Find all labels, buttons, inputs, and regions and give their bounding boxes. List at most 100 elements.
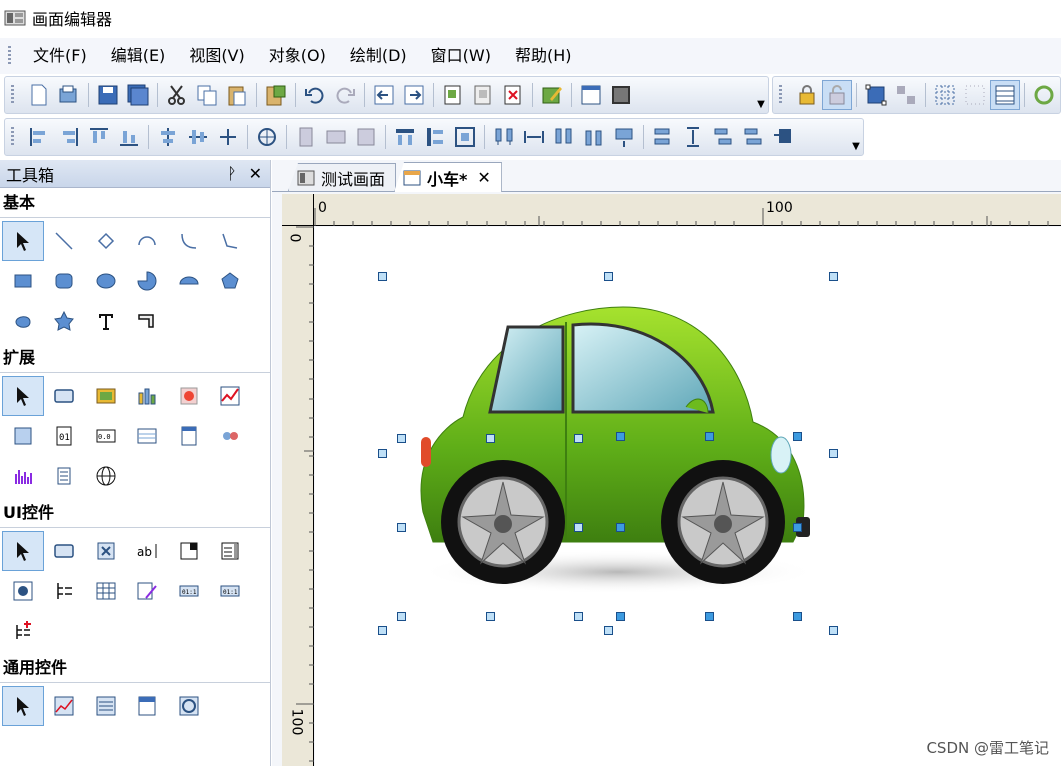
selection-handle[interactable] bbox=[829, 449, 838, 458]
sub-object-handle[interactable] bbox=[793, 612, 802, 621]
space-v-icon[interactable] bbox=[420, 122, 450, 152]
toolbar-overflow-button[interactable]: ▼ bbox=[756, 80, 766, 110]
sub-object-handle[interactable] bbox=[574, 434, 583, 443]
space-even-icon[interactable] bbox=[450, 122, 480, 152]
listbox-tool-icon[interactable] bbox=[210, 531, 252, 571]
toolbar-grip[interactable] bbox=[11, 127, 14, 147]
unlock-icon[interactable] bbox=[822, 80, 852, 110]
car-image[interactable] bbox=[403, 297, 823, 607]
tab-car[interactable]: 小车* ✕ bbox=[394, 162, 502, 192]
copy-icon[interactable] bbox=[192, 80, 222, 110]
section-ui-controls[interactable]: UI控件 bbox=[0, 498, 270, 528]
align-top-icon[interactable] bbox=[84, 122, 114, 152]
export-icon[interactable] bbox=[399, 80, 429, 110]
edit-script-icon[interactable] bbox=[537, 80, 567, 110]
bezier-tool-icon[interactable] bbox=[210, 221, 252, 261]
distribute-v-icon[interactable] bbox=[648, 122, 678, 152]
pointer-tool-icon[interactable] bbox=[2, 376, 44, 416]
cut-icon[interactable] bbox=[162, 80, 192, 110]
list-tool-icon[interactable] bbox=[44, 456, 86, 496]
selection-handle[interactable] bbox=[604, 626, 613, 635]
menu-view[interactable]: 视图(V) bbox=[177, 38, 256, 74]
number-display-tool-icon[interactable]: 0.0 bbox=[85, 416, 127, 456]
center-page-icon[interactable] bbox=[252, 122, 282, 152]
tab-test-screen[interactable]: 测试画面 bbox=[288, 163, 397, 191]
chart-control-tool-icon[interactable] bbox=[44, 686, 86, 726]
sub-object-handle[interactable] bbox=[397, 523, 406, 532]
section-extended[interactable]: 扩展 bbox=[0, 343, 270, 373]
report-tool-icon[interactable] bbox=[168, 416, 210, 456]
picture-tool-icon[interactable] bbox=[85, 376, 127, 416]
digital-display-tool-icon[interactable]: 01 bbox=[44, 416, 86, 456]
round-rect-tool-icon[interactable] bbox=[44, 261, 86, 301]
save-button[interactable] bbox=[93, 80, 123, 110]
pointer-tool-icon[interactable] bbox=[2, 531, 44, 571]
polygon-tool-icon[interactable] bbox=[210, 261, 252, 301]
sub-object-handle[interactable] bbox=[574, 523, 583, 532]
button-tool-icon[interactable] bbox=[44, 376, 86, 416]
menu-grip[interactable] bbox=[8, 46, 11, 66]
tab-close-icon[interactable]: ✕ bbox=[477, 168, 490, 187]
distribute-middle-icon[interactable] bbox=[738, 122, 768, 152]
image-icon[interactable] bbox=[606, 80, 636, 110]
pipe-tool-icon[interactable] bbox=[127, 301, 169, 341]
grid-control-tool-icon[interactable] bbox=[85, 571, 127, 611]
text-tool-icon[interactable] bbox=[85, 301, 127, 341]
paste-special-icon[interactable] bbox=[261, 80, 291, 110]
same-size-icon[interactable] bbox=[351, 122, 381, 152]
section-common-controls[interactable]: 通用控件 bbox=[0, 653, 270, 683]
checkbox-tool-icon[interactable] bbox=[85, 531, 127, 571]
sub-object-handle[interactable] bbox=[793, 523, 802, 532]
distribute-h-icon[interactable] bbox=[489, 122, 519, 152]
sub-object-handle[interactable] bbox=[616, 612, 625, 621]
pie-tool-icon[interactable] bbox=[127, 261, 169, 301]
section-basic[interactable]: 基本 bbox=[0, 188, 270, 218]
dot-grid-icon[interactable] bbox=[960, 80, 990, 110]
treeview-tool-icon[interactable] bbox=[44, 571, 86, 611]
distribute-end-icon[interactable] bbox=[768, 122, 798, 152]
center-vertical-icon[interactable] bbox=[153, 122, 183, 152]
add-tree-node-tool-icon[interactable] bbox=[2, 611, 44, 651]
snap-grid-icon[interactable] bbox=[990, 80, 1020, 110]
page-copy-icon[interactable] bbox=[468, 80, 498, 110]
ellipse-tool-icon[interactable] bbox=[85, 261, 127, 301]
sub-object-handle[interactable] bbox=[705, 612, 714, 621]
property-control-tool-icon[interactable] bbox=[127, 686, 169, 726]
curve-tool-icon[interactable] bbox=[168, 221, 210, 261]
sub-object-handle[interactable] bbox=[616, 432, 625, 441]
toolbar-overflow-button[interactable]: ▼ bbox=[851, 122, 861, 152]
line-tool-icon[interactable] bbox=[44, 221, 86, 261]
distribute-bottom-icon[interactable] bbox=[609, 122, 639, 152]
distribute-width-icon[interactable] bbox=[519, 122, 549, 152]
pin-icon[interactable]: ᚹ bbox=[227, 164, 237, 183]
distribute-height-icon[interactable] bbox=[678, 122, 708, 152]
web-tool-icon[interactable] bbox=[85, 456, 127, 496]
sub-object-handle[interactable] bbox=[574, 612, 583, 621]
combobox-tool-icon[interactable] bbox=[168, 531, 210, 571]
center-icon[interactable] bbox=[213, 122, 243, 152]
close-icon[interactable]: ✕ bbox=[249, 164, 262, 183]
group-icon[interactable] bbox=[861, 80, 891, 110]
sub-object-handle[interactable] bbox=[397, 612, 406, 621]
design-canvas[interactable]: CSDN @雷工笔记 bbox=[315, 227, 1061, 766]
toolbar-grip[interactable] bbox=[11, 85, 14, 105]
same-width-icon[interactable] bbox=[291, 122, 321, 152]
grid-icon[interactable] bbox=[930, 80, 960, 110]
page-delete-icon[interactable] bbox=[498, 80, 528, 110]
page-icon[interactable] bbox=[438, 80, 468, 110]
align-bottom-icon[interactable] bbox=[114, 122, 144, 152]
menu-window[interactable]: 窗口(W) bbox=[419, 38, 503, 74]
menu-draw[interactable]: 绘制(D) bbox=[338, 38, 419, 74]
bar-chart-tool-icon[interactable] bbox=[127, 376, 169, 416]
save-all-button[interactable] bbox=[123, 80, 153, 110]
arc-tool-icon[interactable] bbox=[127, 221, 169, 261]
indicator-tool-icon[interactable] bbox=[168, 376, 210, 416]
table-tool-icon[interactable] bbox=[127, 416, 169, 456]
ui-button-tool-icon[interactable] bbox=[44, 531, 86, 571]
align-right-icon[interactable] bbox=[54, 122, 84, 152]
list-control-tool-icon[interactable] bbox=[85, 686, 127, 726]
sub-object-handle[interactable] bbox=[705, 432, 714, 441]
chord-tool-icon[interactable] bbox=[168, 261, 210, 301]
rich-edit-tool-icon[interactable] bbox=[127, 571, 169, 611]
space-h-icon[interactable] bbox=[390, 122, 420, 152]
